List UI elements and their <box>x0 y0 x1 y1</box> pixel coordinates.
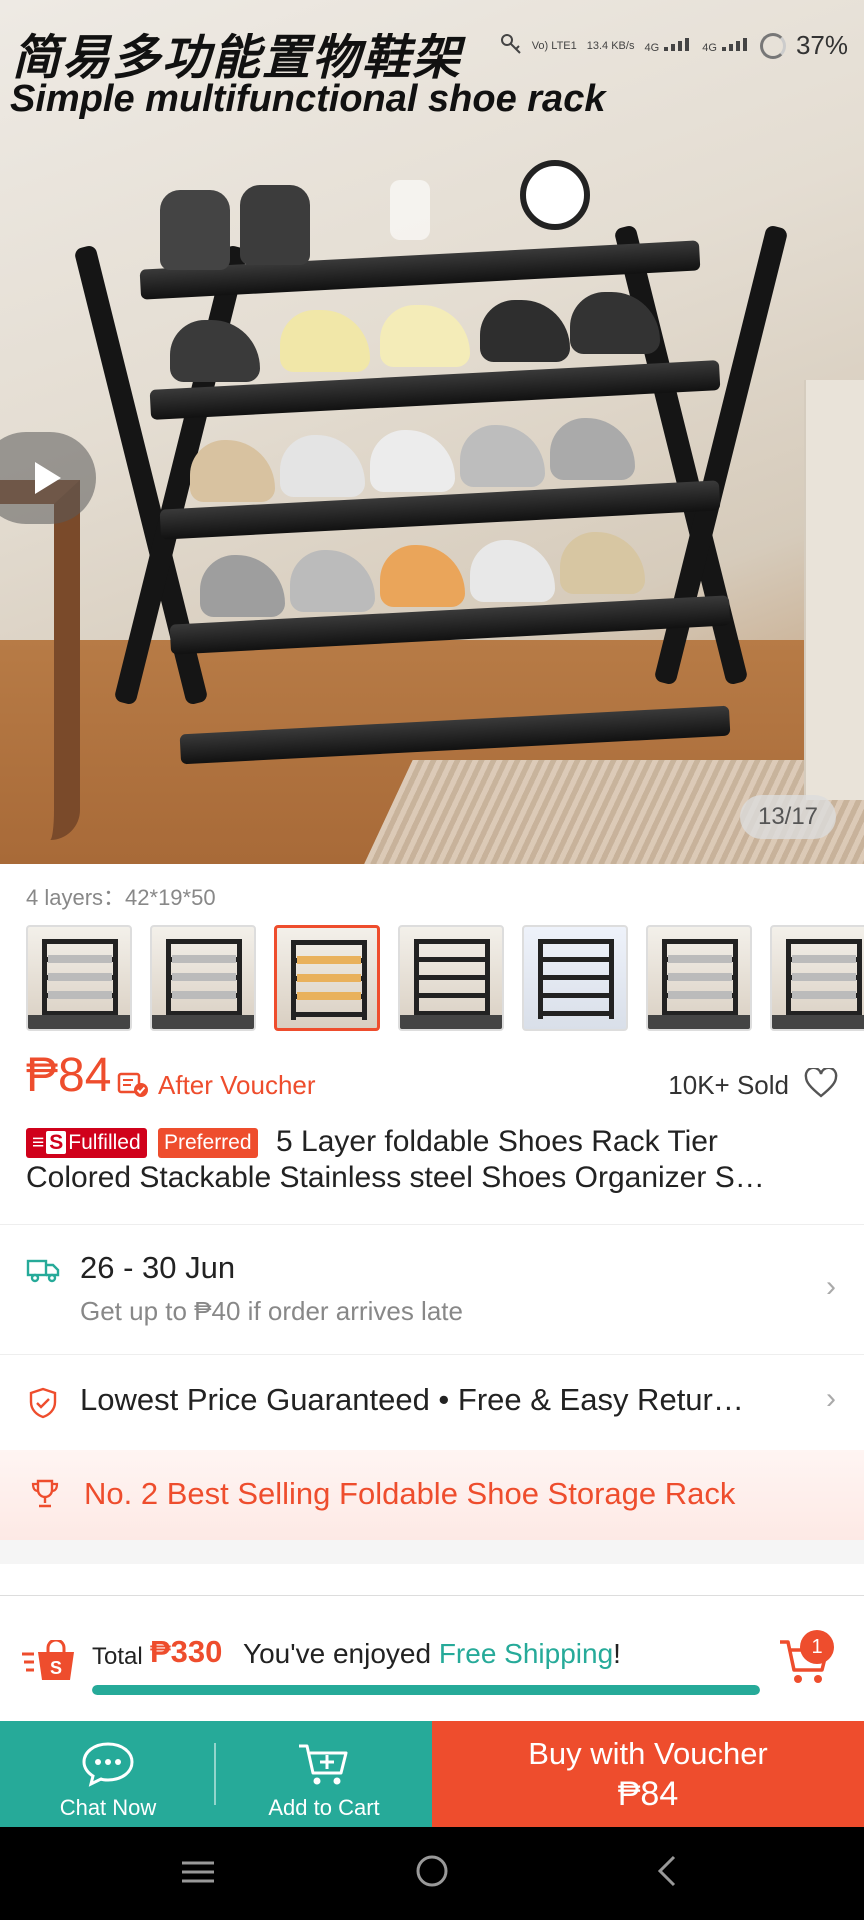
buy-with-voucher-button[interactable]: Buy with Voucher ₱84 <box>432 1721 864 1827</box>
svg-text:S: S <box>50 1658 62 1678</box>
divider <box>0 1224 864 1225</box>
sold-count: 10K+ Sold <box>668 1070 789 1100</box>
total-value: ₱330 <box>150 1634 223 1669</box>
buy-price: ₱84 <box>617 1775 679 1813</box>
net1-label: 4G <box>644 42 660 54</box>
play-video-button[interactable] <box>0 432 96 524</box>
variant-thumbnails <box>26 925 864 1031</box>
secondary-actions: Chat Now Add to Cart <box>0 1721 432 1827</box>
add-to-cart-label: Add to Cart <box>268 1795 380 1820</box>
voucher-icon <box>117 1070 149 1103</box>
hero-title-english: Simple multifunctional shoe rack <box>10 78 606 120</box>
system-navigation-bar <box>0 1827 864 1920</box>
chevron-right-icon: › <box>826 1270 836 1303</box>
add-cart-icon <box>299 1744 348 1785</box>
product-title-line1: 5 Layer foldable Shoes Rack Tier <box>276 1125 718 1158</box>
variant-thumb-7[interactable] <box>770 925 864 1031</box>
delivery-date: 26 - 30 Jun <box>80 1250 236 1285</box>
signal-2-icon: 4G <box>702 37 750 54</box>
total-label: Total <box>92 1643 143 1670</box>
delivery-note: Get up to ₱40 if order arrives late <box>80 1296 463 1326</box>
price: ₱84 <box>26 1049 112 1102</box>
add-to-cart-button[interactable]: Add to Cart <box>216 1721 432 1827</box>
menu-icon[interactable] <box>180 1857 216 1892</box>
variant-thumb-4[interactable] <box>398 925 504 1031</box>
variant-thumb-5[interactable] <box>522 925 628 1031</box>
chat-now-label: Chat Now <box>59 1795 157 1820</box>
action-separator <box>214 1743 216 1805</box>
volte-indicator: Vo) LTE1 <box>531 39 577 52</box>
status-bar: Vo) LTE1 13.4 KB/s 4G 4G 37% <box>500 30 848 61</box>
bestseller-text: No. 2 Best Selling Foldable Shoe Storage… <box>84 1476 736 1511</box>
section-gap <box>0 1540 864 1564</box>
product-title-line2: Colored Stackable Stainless steel Shoes … <box>26 1161 765 1194</box>
signal-1-icon: 4G <box>644 37 692 54</box>
truck-icon <box>26 1256 60 1289</box>
buy-label: Buy with Voucher <box>528 1736 768 1771</box>
image-counter: 13/17 <box>740 795 836 839</box>
curtain-background <box>804 380 864 800</box>
play-icon <box>35 462 61 494</box>
battery-icon <box>759 32 786 59</box>
product-image[interactable]: 简易多功能置物鞋架 Simple multifunctional shoe ra… <box>0 0 864 864</box>
network-speed: 13.4 KB/s <box>586 39 635 52</box>
variant-thumb-6[interactable] <box>646 925 752 1031</box>
shield-check-icon <box>28 1387 58 1424</box>
divider <box>0 1354 864 1355</box>
variant-label: 4 layers：42*19*50 <box>26 885 216 910</box>
variant-thumb-2[interactable] <box>150 925 256 1031</box>
chair-background <box>0 480 80 840</box>
battery-level: 37% <box>795 30 848 60</box>
heart-icon[interactable] <box>804 1066 838 1103</box>
bottom-action-bar: Chat Now Add to Cart Buy with Voucher ₱8… <box>0 1721 864 1827</box>
variant-thumb-3[interactable] <box>274 925 380 1031</box>
chat-icon <box>82 1742 134 1787</box>
after-voucher-label: After Voucher <box>158 1070 316 1100</box>
free-shipping-message: You've enjoyed Free Shipping! <box>243 1638 621 1670</box>
guarantee-text: Lowest Price Guaranteed • Free & Easy Re… <box>80 1382 744 1417</box>
chevron-right-icon: › <box>826 1382 836 1415</box>
product-title: 5 Layer foldable Shoes Rack Tier Colored… <box>26 1124 846 1198</box>
progress-fill <box>92 1685 760 1695</box>
variant-thumb-1[interactable] <box>26 925 132 1031</box>
enjoy-suffix: ! <box>613 1638 621 1669</box>
home-icon[interactable] <box>414 1853 450 1894</box>
shoe-rack-illustration <box>73 160 789 810</box>
key-icon <box>500 33 522 58</box>
free-shipping-link: Free Shipping <box>438 1638 614 1669</box>
shop-bag-icon: S <box>20 1638 78 1687</box>
cart-count-badge: 1 <box>800 1630 834 1664</box>
trophy-icon <box>30 1478 60 1515</box>
free-shipping-progress <box>92 1685 760 1695</box>
net2-label: 4G <box>702 42 717 54</box>
chat-now-button[interactable]: Chat Now <box>0 1721 216 1827</box>
back-icon[interactable] <box>652 1853 682 1894</box>
enjoy-prefix: You've enjoyed <box>243 1638 439 1669</box>
